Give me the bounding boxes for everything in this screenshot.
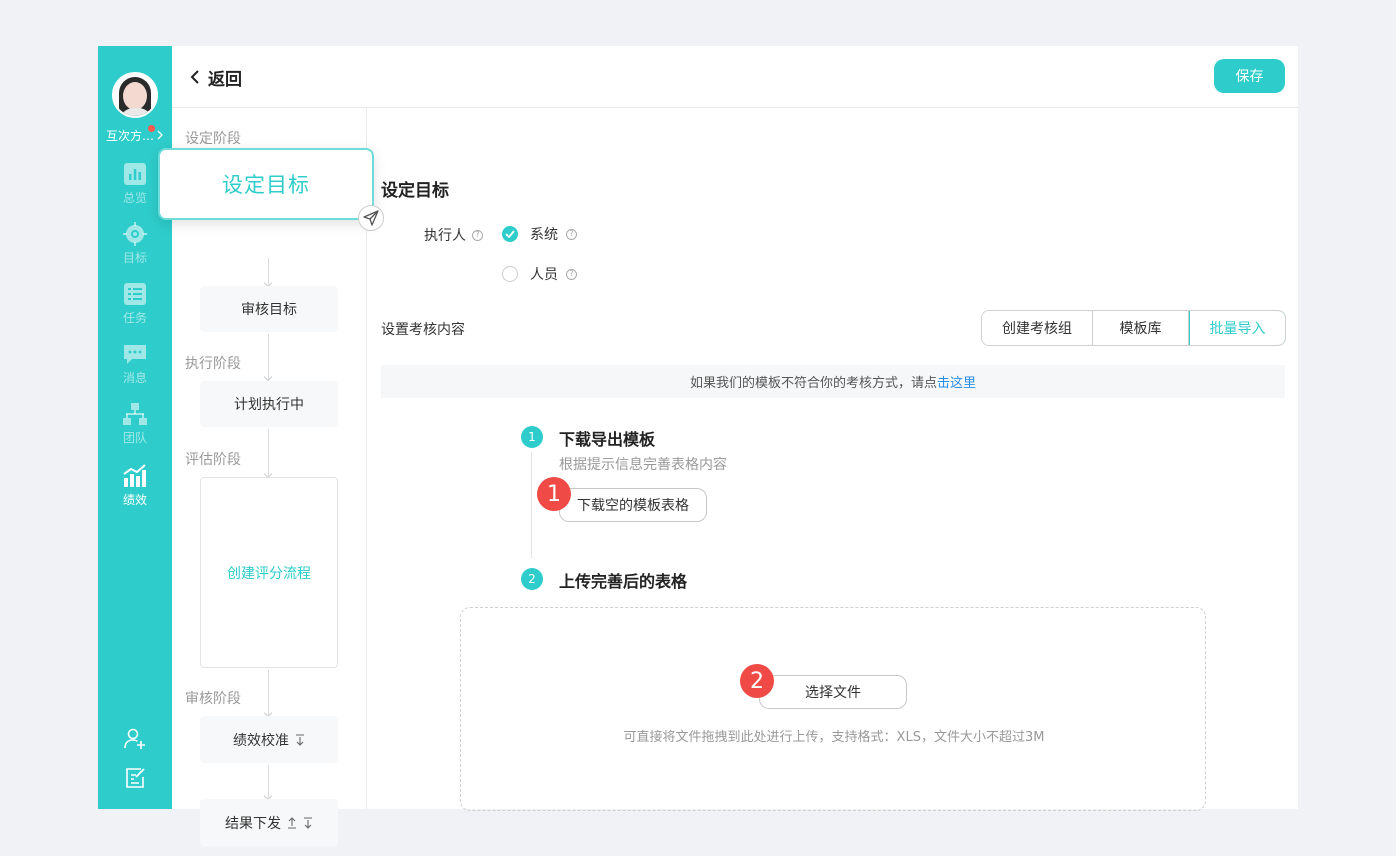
- click-here-link[interactable]: 击这里: [937, 372, 976, 391]
- main-content: 设定目标 执行人 ? 系统 ? 人员 ? 设置考核内容 创建考核组 模板库 批量…: [368, 108, 1298, 811]
- step-number-2: 2: [521, 568, 543, 590]
- sidebar-item-performance[interactable]: 绩效: [98, 464, 172, 520]
- back-button[interactable]: 返回: [190, 65, 242, 90]
- template-library-button[interactable]: 模板库: [1093, 311, 1189, 345]
- drag-card-set-goal[interactable]: 设定目标: [158, 148, 374, 220]
- stage-label-setting: 设定阶段: [185, 131, 241, 147]
- step-connector: [531, 452, 532, 558]
- page-title: 设定目标: [381, 181, 449, 201]
- flow-arrow: [268, 258, 269, 286]
- assess-mode-segment: 创建考核组 模板库 批量导入: [981, 310, 1286, 346]
- sidebar-item-messages[interactable]: 消息: [98, 342, 172, 398]
- help-icon[interactable]: ?: [566, 228, 577, 240]
- assess-content-label: 设置考核内容: [381, 322, 465, 338]
- save-button[interactable]: 保存: [1214, 59, 1285, 93]
- sidebar-item-tasks[interactable]: 任务: [98, 282, 172, 338]
- avatar[interactable]: [112, 72, 158, 118]
- annotation-badge-2: 2: [740, 664, 774, 698]
- stage-item-result-issue[interactable]: 结果下发: [200, 799, 338, 846]
- message-icon: [124, 345, 146, 364]
- performance-icon: [123, 464, 146, 487]
- create-group-button[interactable]: 创建考核组: [982, 311, 1093, 345]
- flow-arrow: [268, 670, 269, 716]
- annotation-badge-1: 1: [537, 477, 571, 511]
- send-icon[interactable]: [358, 205, 384, 231]
- upload-hint: 可直接将文件拖拽到此处进行上传，支持格式：XLS，文件大小不超过3M: [623, 730, 1045, 745]
- sort-down-icon[interactable]: [295, 733, 305, 746]
- edit-doc-icon[interactable]: [123, 766, 147, 790]
- step1-desc: 根据提示信息完善表格内容: [559, 457, 727, 473]
- download-template-button[interactable]: 下载空的模板表格: [559, 488, 707, 522]
- flow-arrow: [268, 334, 269, 380]
- sort-down-icon[interactable]: [303, 816, 313, 829]
- flow-arrow: [268, 765, 269, 799]
- page-header: 返回 保存: [172, 46, 1298, 108]
- template-tip-bar: 如果我们的模板不符合你的考核方式，请点 击这里: [381, 365, 1285, 398]
- flow-arrow: [268, 429, 269, 477]
- sidebar-item-team[interactable]: 团队: [98, 402, 172, 458]
- choose-file-button[interactable]: 选择文件: [759, 675, 907, 709]
- chevron-left-icon: [190, 70, 199, 84]
- executor-label: 执行人 ?: [424, 225, 483, 245]
- stage-item-plan-exec[interactable]: 计划执行中: [200, 381, 338, 427]
- radio-system[interactable]: 系统 ?: [502, 224, 577, 244]
- radio-circle[interactable]: [502, 266, 518, 282]
- step-number-1: 1: [521, 426, 543, 448]
- radio-person[interactable]: 人员 ?: [502, 264, 577, 284]
- add-user-icon[interactable]: [123, 727, 147, 751]
- stage-item-create-flow[interactable]: 创建评分流程: [200, 477, 338, 668]
- help-icon[interactable]: ?: [566, 268, 577, 280]
- stage-label-execution: 执行阶段: [185, 356, 241, 372]
- sort-up-icon[interactable]: [287, 816, 297, 829]
- file-dropzone[interactable]: 选择文件 2 可直接将文件拖拽到此处进行上传，支持格式：XLS，文件大小不超过3…: [460, 607, 1206, 811]
- stage-item-review-goal[interactable]: 审核目标: [200, 286, 338, 332]
- batch-import-button[interactable]: 批量导入: [1189, 311, 1285, 345]
- help-icon[interactable]: ?: [472, 229, 483, 241]
- user-name[interactable]: 互次方…: [98, 126, 172, 144]
- task-list-icon: [124, 283, 146, 305]
- stage-item-calibration[interactable]: 绩效校准: [200, 716, 338, 763]
- step2-title: 上传完善后的表格: [559, 572, 688, 591]
- chevron-right-icon: [157, 130, 163, 140]
- step1-title: 下载导出模板: [559, 430, 656, 449]
- team-icon: [123, 403, 147, 425]
- stage-label-evaluation: 评估阶段: [185, 452, 241, 468]
- check-icon[interactable]: [502, 226, 518, 242]
- sidebar-item-goals[interactable]: 目标: [98, 222, 172, 278]
- stage-label-audit: 审核阶段: [185, 691, 241, 707]
- target-icon: [123, 222, 147, 246]
- bar-chart-icon: [124, 163, 146, 185]
